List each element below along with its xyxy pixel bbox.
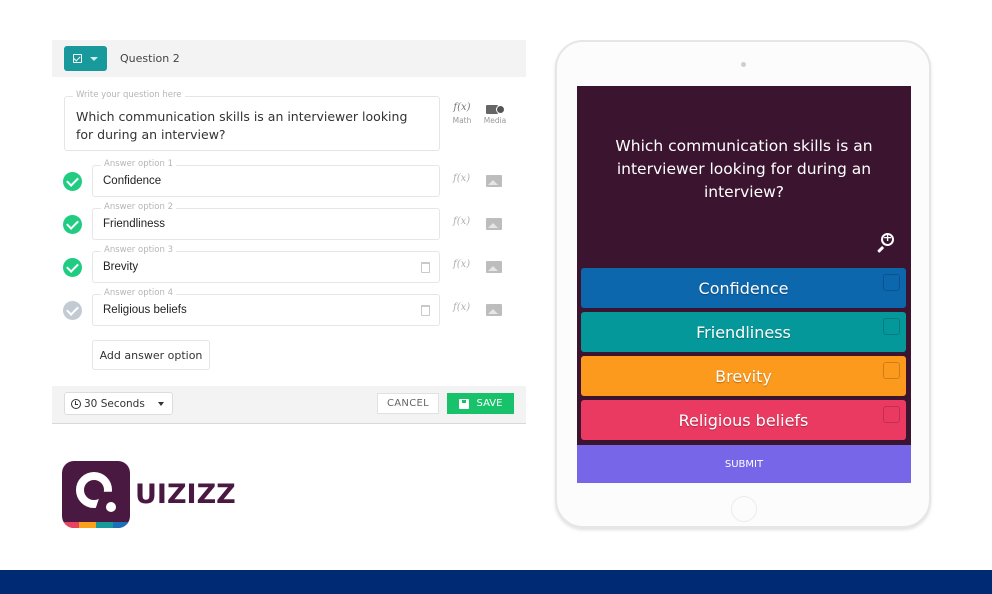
- correct-check-icon[interactable]: [63, 172, 82, 191]
- answer-checkbox[interactable]: [883, 318, 900, 335]
- quizizz-logo: UIZIZZ: [62, 461, 236, 528]
- logo-mark: [62, 461, 130, 528]
- answer-choice[interactable]: Friendliness: [581, 312, 906, 352]
- footer-bar: [0, 570, 992, 594]
- answer-option-row: Answer option 1 Confidence f(x): [52, 159, 526, 197]
- question-input-legend: Write your question here: [73, 90, 185, 100]
- image-icon[interactable]: [486, 304, 502, 316]
- math-icon[interactable]: f(x): [453, 302, 470, 313]
- question-input[interactable]: Write your question here Which communica…: [64, 90, 440, 151]
- tablet-preview: Which communication skills is an intervi…: [555, 40, 931, 528]
- answer-option-legend: Answer option 3: [101, 245, 176, 255]
- answer-option-legend: Answer option 4: [101, 288, 176, 298]
- answer-choice[interactable]: Religious beliefs: [581, 400, 906, 440]
- answer-option-input[interactable]: Answer option 2 Friendliness: [92, 202, 440, 240]
- answer-choice-label: Confidence: [698, 278, 789, 298]
- question-type-dropdown[interactable]: [64, 46, 107, 71]
- incorrect-check-icon[interactable]: [63, 301, 82, 320]
- logo-dot: [106, 502, 116, 512]
- question-text[interactable]: Which communication skills is an intervi…: [76, 108, 427, 144]
- answer-option-input[interactable]: Answer option 1 Confidence: [92, 159, 440, 197]
- answer-option-legend: Answer option 2: [101, 202, 176, 212]
- image-icon[interactable]: [486, 218, 502, 230]
- answer-checkbox[interactable]: [883, 362, 900, 379]
- tablet-camera: [741, 62, 746, 67]
- answer-option-text[interactable]: Religious beliefs: [103, 304, 187, 316]
- answer-option-legend: Answer option 1: [101, 159, 176, 169]
- answer-option-text[interactable]: Brevity: [103, 261, 138, 273]
- answer-choice-label: Friendliness: [696, 322, 791, 342]
- image-icon[interactable]: [486, 261, 502, 273]
- answer-choice[interactable]: Confidence: [581, 268, 906, 308]
- answer-option-row: Answer option 4 Religious beliefs f(x): [52, 288, 526, 326]
- answer-checkbox[interactable]: [883, 406, 900, 423]
- media-icon: [485, 102, 505, 116]
- save-button[interactable]: SAVE: [447, 393, 514, 414]
- add-answer-option-button[interactable]: Add answer option: [92, 340, 210, 370]
- clock-icon: [71, 398, 81, 409]
- logo-stripe: [62, 522, 130, 528]
- trash-icon[interactable]: [421, 262, 430, 273]
- math-icon[interactable]: f(x): [453, 216, 470, 227]
- answer-choice-label: Religious beliefs: [678, 410, 809, 430]
- logo-wordmark: UIZIZZ: [135, 479, 236, 510]
- function-icon: f(x): [453, 102, 471, 113]
- answer-option-input[interactable]: Answer option 4 Religious beliefs: [92, 288, 440, 326]
- answer-option-row: Answer option 3 Brevity f(x): [52, 245, 526, 283]
- image-icon[interactable]: [486, 175, 502, 187]
- answer-checkbox[interactable]: [883, 274, 900, 291]
- correct-check-icon[interactable]: [63, 215, 82, 234]
- answer-option-text[interactable]: Friendliness: [103, 218, 165, 230]
- math-button[interactable]: f(x) Math: [452, 102, 472, 125]
- answer-option-text[interactable]: Confidence: [103, 175, 161, 187]
- save-icon: [458, 398, 469, 409]
- question-editor: Question 2 Write your question here Whic…: [52, 40, 526, 424]
- answer-choice-label: Brevity: [715, 366, 772, 386]
- save-label: SAVE: [476, 398, 503, 409]
- checkbox-icon: [73, 54, 82, 63]
- chevron-down-icon: [158, 402, 164, 406]
- answer-option-row: Answer option 2 Friendliness f(x): [52, 202, 526, 240]
- zoom-in-icon[interactable]: [876, 231, 894, 253]
- timer-value: 30 Seconds: [84, 397, 145, 410]
- page: Question 2 Write your question here Whic…: [0, 0, 992, 594]
- timer-select[interactable]: 30 Seconds: [64, 392, 173, 415]
- editor-footer: 30 Seconds CANCEL SAVE: [52, 386, 526, 423]
- correct-check-icon[interactable]: [63, 258, 82, 277]
- cancel-button[interactable]: CANCEL: [377, 393, 439, 414]
- editor-header: Question 2: [52, 40, 526, 77]
- media-button[interactable]: Media: [480, 102, 510, 125]
- tablet-home-button: [731, 496, 757, 522]
- chevron-down-icon: [90, 56, 98, 61]
- quiz-screen: Which communication skills is an intervi…: [577, 86, 911, 483]
- math-label: Math: [452, 116, 472, 125]
- question-number-label: Question 2: [120, 52, 180, 65]
- answer-choice[interactable]: Brevity: [581, 356, 906, 396]
- answer-option-input[interactable]: Answer option 3 Brevity: [92, 245, 440, 283]
- trash-icon[interactable]: [421, 305, 430, 316]
- media-label: Media: [483, 116, 507, 125]
- math-icon[interactable]: f(x): [453, 173, 470, 184]
- preview-question-text: Which communication skills is an intervi…: [615, 137, 873, 201]
- math-icon[interactable]: f(x): [453, 259, 470, 270]
- submit-button[interactable]: SUBMIT: [577, 445, 911, 483]
